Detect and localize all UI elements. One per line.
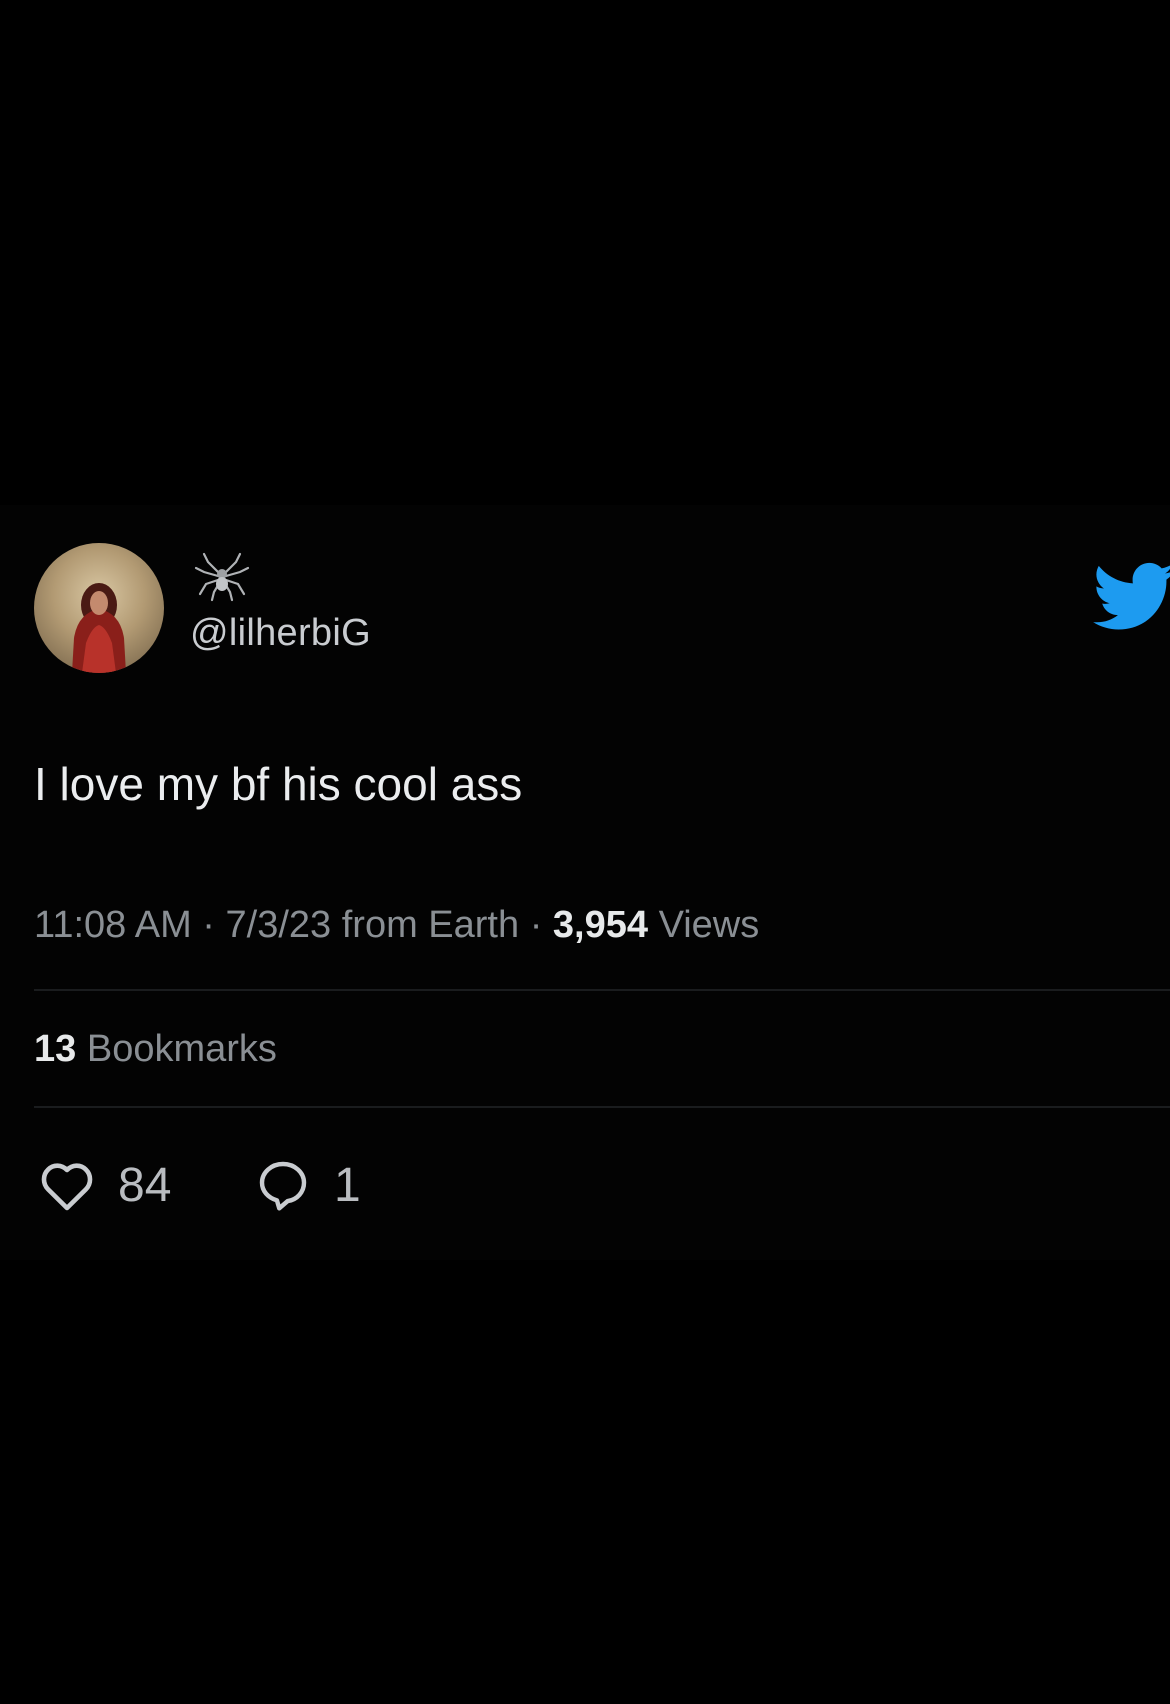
- spider-emoji-icon: [194, 552, 250, 602]
- divider: [34, 989, 1170, 991]
- views-count[interactable]: 3,954: [553, 904, 648, 946]
- heart-icon: [38, 1158, 96, 1212]
- twitter-bird-icon: [1090, 555, 1170, 637]
- tweet-card: [0, 505, 1170, 1260]
- replies-count: 1: [334, 1158, 361, 1212]
- likes-count: 84: [118, 1158, 172, 1212]
- tweet-date[interactable]: 7/3/23: [226, 904, 332, 946]
- bookmarks-stat[interactable]: 13 Bookmarks: [34, 1028, 277, 1071]
- views-label[interactable]: Views: [659, 904, 760, 946]
- tweet-text: I love my bf his cool ass: [34, 758, 523, 810]
- avatar[interactable]: [34, 543, 164, 673]
- divider: [34, 1106, 1170, 1108]
- tweet-time[interactable]: 11:08 AM: [34, 904, 192, 946]
- like-button[interactable]: 84: [38, 1155, 171, 1215]
- tweet-meta: 11:08 AM · 7/3/23 from Earth · 3,954 Vie…: [34, 904, 759, 947]
- bookmarks-label: Bookmarks: [86, 1028, 277, 1070]
- user-handle[interactable]: @lilherbiG: [190, 612, 371, 655]
- bookmarks-count: 13: [34, 1028, 77, 1070]
- meta-separator: ·: [202, 904, 215, 946]
- comment-bubble-icon: [254, 1157, 312, 1213]
- reply-button[interactable]: 1: [254, 1155, 361, 1215]
- tweet-source: from Earth: [341, 904, 520, 946]
- meta-separator: ·: [529, 904, 543, 946]
